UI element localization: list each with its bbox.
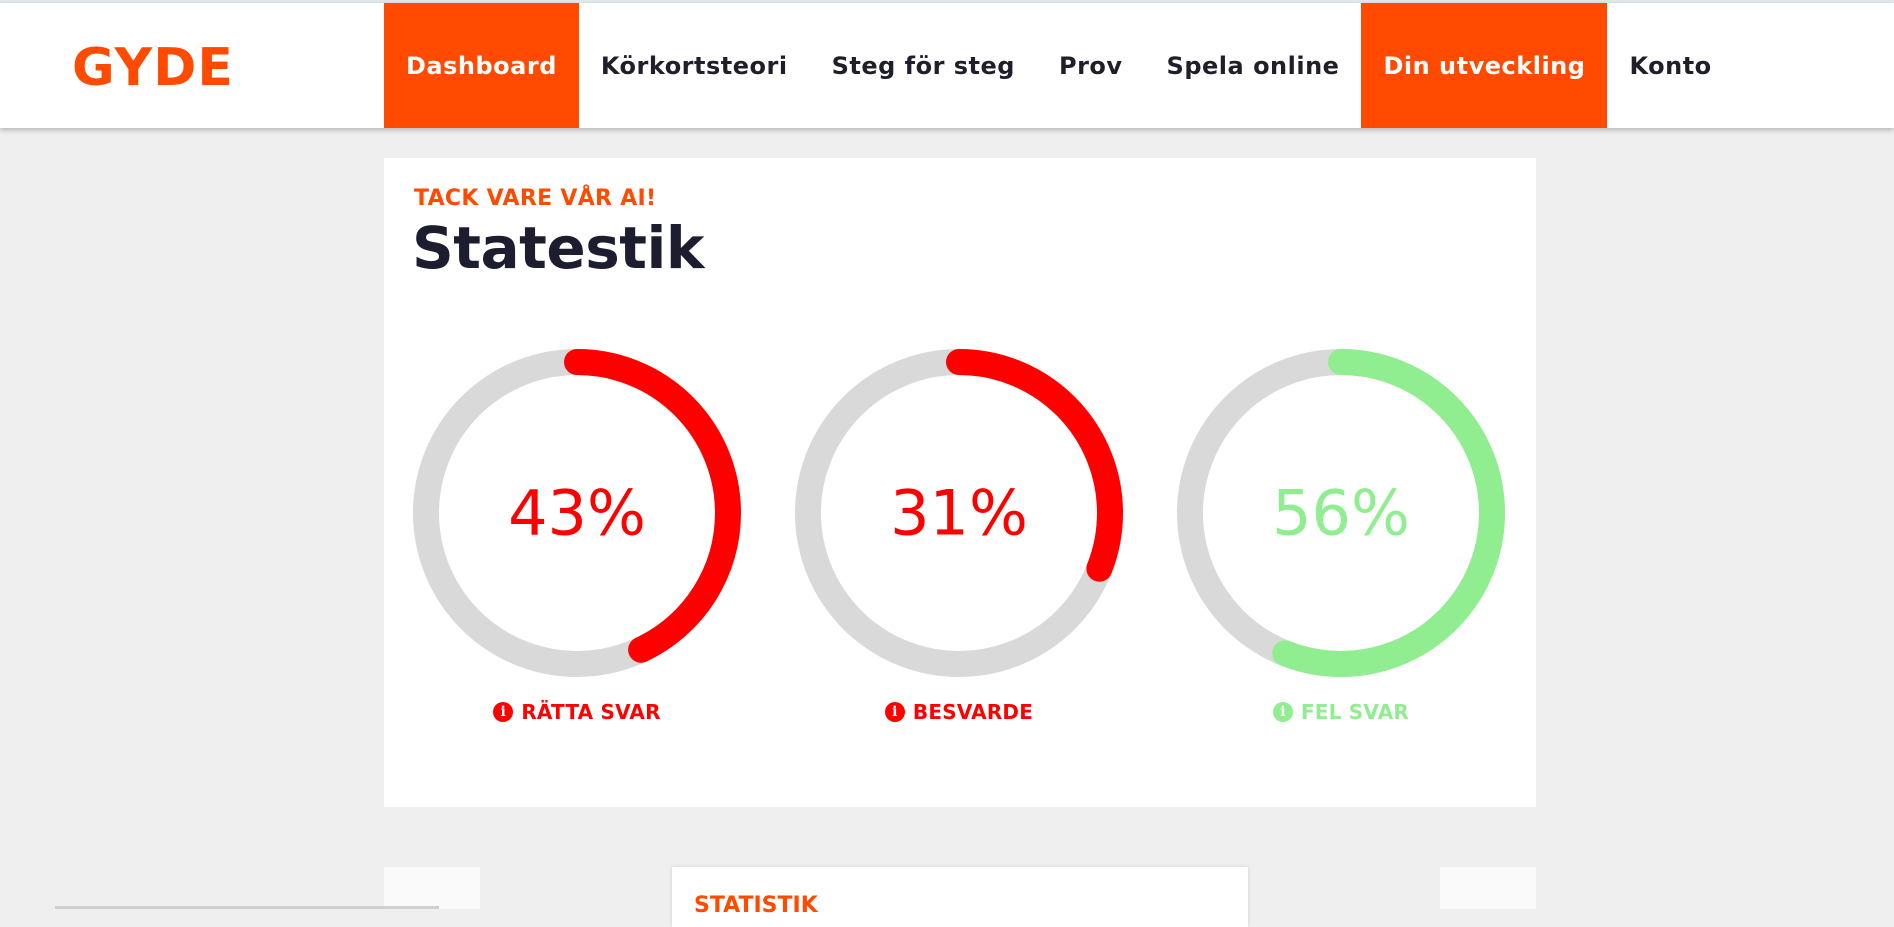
next-section-card: STATISTIK (672, 867, 1248, 927)
nav-item-dashboard[interactable]: Dashboard (384, 3, 579, 128)
gauge-ratta-svar: 43% i RÄTTA SVAR (412, 348, 742, 724)
nav-item-spela-online[interactable]: Spela online (1145, 3, 1362, 128)
nav-item-korkortsteori[interactable]: Körkortsteori (579, 3, 810, 128)
nav-item-steg-for-steg[interactable]: Steg för steg (810, 3, 1037, 128)
gauge-besvarde: 31% i BESVARDE (794, 348, 1124, 724)
gauge-value: 56% (1272, 477, 1410, 550)
gauge-label-text: RÄTTA SVAR (521, 700, 661, 724)
info-circle-icon[interactable]: i (493, 702, 514, 722)
page-title: Statestik (412, 214, 704, 282)
gauge-value: 31% (890, 477, 1028, 550)
gauge-label-text: FEL SVAR (1300, 700, 1410, 724)
top-navbar: GYDE Dashboard Körkortsteori Steg för st… (0, 3, 1894, 128)
progress-ring: 56% (1177, 349, 1505, 677)
info-circle-icon[interactable]: i (1272, 702, 1293, 722)
nav-item-konto[interactable]: Konto (1607, 3, 1733, 128)
info-circle-icon[interactable]: i (884, 702, 905, 722)
bottom-panel-right (1440, 867, 1536, 909)
gauge-label[interactable]: i BESVARDE (794, 700, 1124, 724)
brand-logo[interactable]: GYDE (72, 33, 234, 103)
progress-ring: 31% (795, 349, 1123, 677)
gauge-fel-svar: 56% i FEL SVAR (1176, 348, 1506, 724)
section-kicker: TACK VARE VÅR AI! (414, 186, 657, 211)
nav-item-prov[interactable]: Prov (1037, 3, 1145, 128)
statistics-card: TACK VARE VÅR AI! Statestik 43% i RÄTTA … (384, 158, 1536, 807)
gauge-label[interactable]: i FEL SVAR (1176, 700, 1506, 724)
nav-item-din-utveckling[interactable]: Din utveckling (1361, 3, 1608, 128)
bottom-panel-left (384, 867, 480, 909)
next-section-kicker: STATISTIK (694, 893, 818, 918)
progress-ring: 43% (413, 349, 741, 677)
gauge-value: 43% (508, 477, 646, 550)
gauge-label[interactable]: i RÄTTA SVAR (412, 700, 742, 724)
main-nav: Dashboard Körkortsteori Steg för steg Pr… (384, 3, 1734, 128)
gauge-label-text: BESVARDE (912, 700, 1034, 724)
